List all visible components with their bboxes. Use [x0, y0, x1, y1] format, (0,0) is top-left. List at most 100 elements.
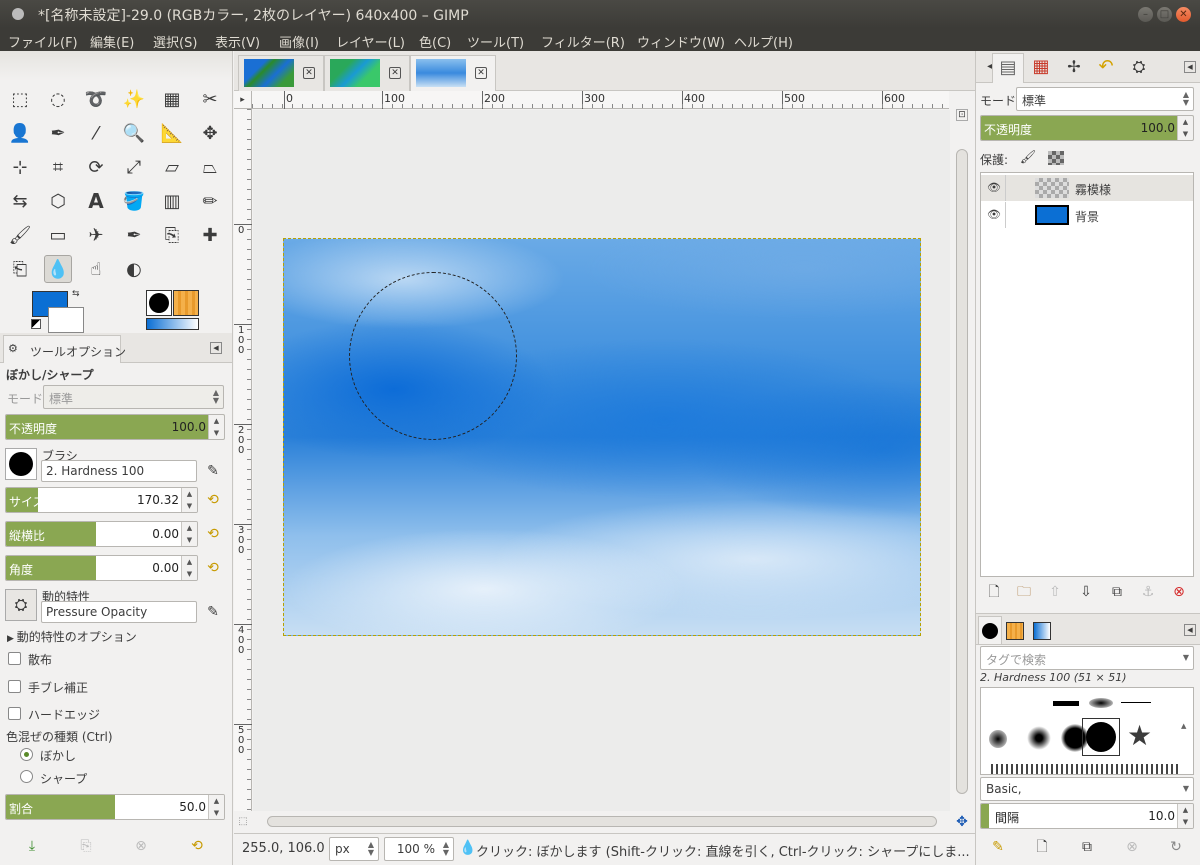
raise-layer-icon[interactable]: ⇧ [1045, 582, 1065, 602]
save-options-icon[interactable]: ⤓ [22, 836, 42, 856]
dodge-burn-tool-icon[interactable]: ◐ [120, 255, 148, 283]
tab-tool-options[interactable]: ⚙ ツールオプション [3, 335, 126, 363]
smudge-tool-icon[interactable]: ☝ [82, 255, 110, 283]
image-tab-1[interactable]: ✕ [238, 55, 324, 91]
swap-colors-icon[interactable]: ⇆ [72, 289, 80, 299]
default-colors-icon[interactable] [31, 319, 41, 329]
brush-preset-select[interactable]: Basic, ▼ [980, 777, 1194, 801]
ellipse-select-tool-icon[interactable]: ◌ [44, 85, 72, 113]
free-select-tool-icon[interactable]: ➰ [82, 85, 110, 113]
spacing-slider[interactable]: 間隔 10.0 ▲ ▼ [980, 803, 1194, 829]
dynamics-options-expander[interactable]: ▶ 動的特性のオプション [7, 628, 137, 645]
image-tab-2[interactable]: ✕ [324, 55, 410, 91]
menu-image[interactable]: 画像(I) [279, 32, 319, 51]
rotate-tool-icon[interactable]: ⟳ [82, 153, 110, 181]
mode-select[interactable]: 標準 ▲ ▼ [43, 385, 224, 409]
text-tool-icon[interactable]: A [82, 187, 110, 215]
tab-brushes[interactable] [978, 616, 1002, 644]
tab-channels[interactable]: ▦ [1031, 57, 1051, 77]
vertical-ruler[interactable]: 0 100 200 300 400 500 [234, 109, 252, 811]
duplicate-layer-icon[interactable]: ⧉ [1107, 582, 1127, 602]
blend-tool-icon[interactable]: ▥ [158, 187, 186, 215]
dynamics-selector-button[interactable]: ⛭ [5, 589, 37, 621]
menu-edit[interactable]: 編集(E) [90, 32, 134, 51]
fuzzy-select-tool-icon[interactable]: ✨ [120, 85, 148, 113]
sharpen-radio[interactable] [20, 770, 33, 783]
new-brush-icon[interactable]: 🗋 [1032, 837, 1052, 857]
tab-paths[interactable]: ✢ [1064, 57, 1084, 77]
zoom-tool-icon[interactable]: 🔍 [120, 119, 148, 147]
tab-menu-button[interactable]: ◀ [210, 342, 222, 354]
shear-tool-icon[interactable]: ▱ [158, 153, 186, 181]
unit-select[interactable]: px ▲ ▼ [329, 837, 379, 861]
brush-selector-button[interactable] [5, 448, 37, 480]
horizontal-scroll-thumb[interactable] [267, 816, 937, 827]
close-tab-icon[interactable]: ✕ [389, 67, 401, 79]
rate-slider[interactable]: 割合 50.0 ▲ ▼ [5, 794, 225, 820]
aspect-ratio-slider[interactable]: 縦横比 0.00 ▲ ▼ [5, 521, 198, 547]
menu-help[interactable]: ヘルプ(H) [734, 32, 793, 51]
layer-visibility-eye-icon[interactable]: 👁 [987, 181, 1001, 194]
heal-tool-icon[interactable]: ✚ [196, 221, 224, 249]
perspective-clone-tool-icon[interactable]: ⎗ [6, 255, 34, 283]
rect-select-tool-icon[interactable]: ⬚ [6, 85, 34, 113]
align-tool-icon[interactable]: ⊹ [6, 153, 34, 181]
pencil-tool-icon[interactable]: ✏ [196, 187, 224, 215]
cage-transform-tool-icon[interactable]: ⬡ [44, 187, 72, 215]
menu-colors[interactable]: 色(C) [419, 32, 451, 51]
lock-alpha-icon[interactable] [1048, 151, 1064, 165]
new-layer-icon[interactable]: 🗋 [984, 582, 1004, 602]
menu-layer[interactable]: レイヤー(L) [336, 32, 405, 51]
brush-item[interactable] [1027, 726, 1051, 750]
layer-row[interactable]: 👁 霧模様 [981, 175, 1193, 201]
image-tab-3[interactable]: ✕ [410, 55, 496, 91]
color-select-tool-icon[interactable]: ▦ [158, 85, 186, 113]
quick-mask-toggle-icon[interactable]: ⬚ [234, 813, 252, 831]
active-brush-preview[interactable] [146, 290, 172, 316]
reset-angle-icon[interactable]: ⟲ [203, 558, 223, 578]
duplicate-brush-icon[interactable]: ⧉ [1077, 837, 1097, 857]
reset-options-icon[interactable]: ⟲ [187, 836, 207, 856]
window-menu-icon[interactable] [12, 8, 24, 20]
clone-tool-icon[interactable]: ⎘ [158, 221, 186, 249]
edit-brush-icon[interactable]: ✎ [203, 461, 223, 481]
hard-edge-checkbox[interactable] [8, 707, 21, 720]
paintbrush-tool-icon[interactable]: 🖌 [6, 221, 34, 249]
anchor-layer-icon[interactable]: ⚓ [1138, 582, 1158, 602]
edit-brush-dock-icon[interactable]: ✎ [988, 837, 1008, 857]
scale-tool-icon[interactable]: ⤢ [120, 153, 148, 181]
move-tool-icon[interactable]: ✥ [196, 119, 224, 147]
foreground-select-tool-icon[interactable]: 👤 [6, 119, 34, 147]
tab-undo-history[interactable]: ↶ [1096, 57, 1116, 77]
horizontal-scrollbar[interactable] [252, 811, 949, 833]
brush-item[interactable] [1053, 701, 1079, 706]
tab-layers[interactable]: ▤ [992, 53, 1024, 83]
quick-mask-menu-icon[interactable]: ▸ [234, 91, 252, 109]
scissors-select-tool-icon[interactable]: ✂ [196, 85, 224, 113]
measure-tool-icon[interactable]: 📐 [158, 119, 186, 147]
horizontal-ruler[interactable]: 0 100 200 300 400 500 600 [252, 91, 949, 109]
zoom-fit-icon[interactable]: ⊡ [956, 109, 968, 121]
brush-name-field[interactable]: 2. Hardness 100 [41, 460, 197, 482]
blur-sharpen-tool-icon[interactable]: 💧 [44, 255, 72, 283]
blur-radio[interactable] [20, 748, 33, 761]
bucket-fill-tool-icon[interactable]: 🪣 [120, 187, 148, 215]
star-brush-icon[interactable]: ★ [1127, 722, 1152, 750]
brush-item[interactable] [1089, 698, 1113, 708]
brush-grid-scrollbar[interactable]: ▲ [1181, 696, 1191, 766]
size-slider[interactable]: サイズ 170.32 ▲ ▼ [5, 487, 198, 513]
edit-dynamics-icon[interactable]: ✎ [203, 602, 223, 622]
dock-tab-menu-button[interactable]: ◀ [1184, 61, 1196, 73]
opacity-slider[interactable]: 不透明度 100.0 ▲ ▼ [5, 414, 225, 440]
tab-patterns[interactable] [1006, 622, 1024, 640]
airbrush-tool-icon[interactable]: ✈ [82, 221, 110, 249]
lower-layer-icon[interactable]: ⇩ [1076, 582, 1096, 602]
tab-gradients[interactable] [1033, 622, 1051, 640]
menu-file[interactable]: ファイル(F) [8, 32, 78, 51]
image-content[interactable] [283, 238, 921, 636]
perspective-tool-icon[interactable]: ⏢ [196, 153, 224, 181]
delete-layer-icon[interactable]: ⊗ [1169, 582, 1189, 602]
minimize-button[interactable]: – [1138, 7, 1153, 22]
active-gradient-preview[interactable] [146, 318, 199, 330]
menu-select[interactable]: 選択(S) [153, 32, 197, 51]
